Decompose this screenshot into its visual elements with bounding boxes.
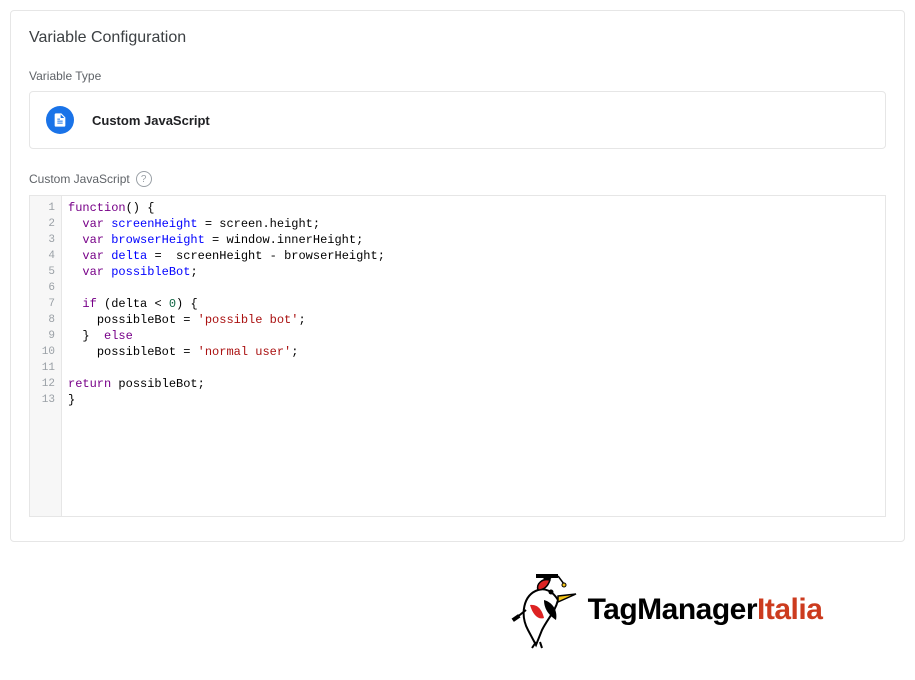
code-editor[interactable]: 1 2 3 4 5 6 7 8 9 10 11 12 13 function()… <box>29 195 886 517</box>
brand-tagmanager: TagManager <box>588 593 757 626</box>
code-gutter: 1 2 3 4 5 6 7 8 9 10 11 12 13 <box>30 196 62 516</box>
editor-label-text: Custom JavaScript <box>29 172 130 186</box>
help-icon[interactable]: ? <box>136 171 152 187</box>
variable-type-label: Variable Type <box>29 69 886 83</box>
variable-type-selector[interactable]: Custom JavaScript <box>29 91 886 149</box>
variable-type-name: Custom JavaScript <box>92 113 210 128</box>
editor-section-label: Custom JavaScript ? <box>29 171 886 187</box>
woodpecker-icon <box>508 570 578 650</box>
code-area[interactable]: function() { var screenHeight = screen.h… <box>62 196 885 516</box>
brand-text: TagManagerItalia <box>588 593 823 627</box>
panel-title: Variable Configuration <box>29 29 886 47</box>
brand-logo: TagManagerItalia <box>430 570 900 650</box>
variable-configuration-panel: Variable Configuration Variable Type Cus… <box>10 10 905 542</box>
brand-italia: Italia <box>757 593 822 626</box>
custom-js-icon <box>46 106 74 134</box>
